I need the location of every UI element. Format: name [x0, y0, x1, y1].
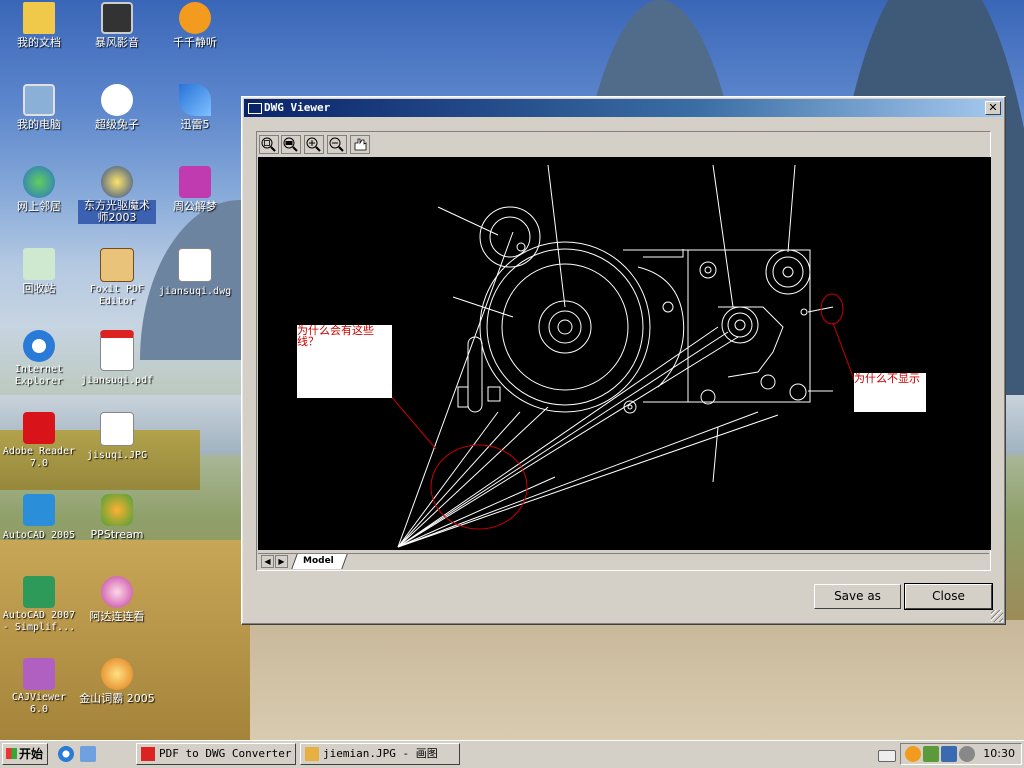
window-titlebar[interactable]: DWG Viewer ✕ — [244, 99, 1003, 117]
system-tray: 10:30 — [900, 743, 1022, 765]
desktop-icon-my-documents[interactable]: 我的文档 — [0, 2, 78, 49]
zoom-window-button[interactable] — [259, 135, 279, 154]
window-close-button[interactable]: ✕ — [985, 101, 1001, 115]
tray-player-icon[interactable] — [905, 746, 921, 762]
start-button[interactable]: 开始 — [2, 743, 48, 765]
task-paint[interactable]: jiemian.JPG - 画图 — [300, 743, 460, 765]
desktop-icon-virtual-drive[interactable]: 东方光驱魔术师2003 — [78, 166, 156, 224]
caj-viewer-icon — [23, 658, 55, 690]
desktop-icon-foxit[interactable]: Foxit PDF Editor — [78, 248, 156, 308]
resize-grip[interactable] — [991, 610, 1003, 622]
desktop-icon-ie[interactable]: Internet Explorer — [0, 330, 78, 388]
media-player-icon — [101, 2, 133, 34]
image-file-icon — [100, 412, 134, 446]
clown-game-icon — [101, 576, 133, 608]
rabbit-icon — [101, 84, 133, 116]
annotation-right: 为什么不显示 — [854, 373, 926, 412]
internet-explorer-icon — [23, 330, 55, 362]
clock: 10:30 — [983, 747, 1015, 760]
zoom-window-icon — [261, 137, 276, 152]
windows-flag-icon — [6, 748, 17, 759]
quicklaunch-ie-icon[interactable] — [58, 746, 74, 762]
window-app-icon — [248, 103, 262, 114]
task-paint-label: jiemian.JPG - 画图 — [323, 747, 438, 760]
layout-tab-strip: ◀ ▶ Model — [258, 553, 989, 570]
zoom-extents-button[interactable] — [281, 135, 301, 154]
drawing-canvas[interactable]: 为什么会有这些线？ 为什么不显示 — [258, 157, 991, 550]
tab-next-button[interactable]: ▶ — [275, 555, 288, 568]
save-as-button[interactable]: Save as — [814, 584, 901, 609]
cd-drive-icon — [101, 166, 133, 198]
tab-model-label: Model — [303, 556, 334, 566]
annotation-right-text: 为什么不显示 — [854, 372, 920, 385]
desktop-icon-ppstream[interactable]: PPStream — [78, 494, 156, 541]
zoom-in-icon — [306, 137, 321, 152]
tab-model[interactable]: Model — [291, 554, 348, 569]
pan-icon — [354, 138, 367, 151]
zoom-out-button[interactable] — [327, 135, 347, 154]
autocad-icon — [23, 576, 55, 608]
adobe-reader-icon — [23, 412, 55, 444]
tray-network-icon[interactable] — [941, 746, 957, 762]
start-label: 开始 — [19, 747, 44, 761]
desktop-icon-pdf-file[interactable]: jiansuqi.pdf — [78, 330, 156, 387]
viewer-toolbar — [258, 133, 989, 155]
tray-app-icon[interactable] — [923, 746, 939, 762]
desktop-icon-recycle-bin[interactable]: 回收站 — [0, 248, 78, 295]
recycle-bin-icon — [23, 248, 55, 280]
magnifier-dictionary-icon — [101, 658, 133, 690]
desktop-icon-ttplayer[interactable]: 千千静听 — [156, 2, 234, 49]
desktop-icon-jpg-file[interactable]: jisuqi.JPG — [78, 412, 156, 462]
computer-icon — [23, 84, 55, 116]
keyboard-icon[interactable] — [878, 750, 896, 762]
desktop-icon-network[interactable]: 网上邻居 — [0, 166, 78, 213]
network-globe-icon — [23, 166, 55, 198]
dwg-viewer-window: DWG Viewer ✕ 为什么会有这些线？ 为什么不显示 ◀ ▶ Model … — [241, 96, 1006, 625]
desktop-icon-baofeng[interactable]: 暴风影音 — [78, 2, 156, 49]
desktop-icon-super-rabbit[interactable]: 超级兔子 — [78, 84, 156, 131]
close-button[interactable]: Close — [904, 583, 993, 610]
river — [240, 620, 1024, 740]
taskbar: 开始 PDF to DWG Converter jiemian.JPG - 画图… — [0, 740, 1024, 768]
desktop-icon-thunder[interactable]: 迅雷5 — [156, 84, 234, 131]
window-title: DWG Viewer — [264, 101, 331, 114]
task-pdf-to-dwg[interactable]: PDF to DWG Converter — [136, 743, 296, 765]
book-icon — [179, 166, 211, 198]
pdf-converter-icon — [141, 747, 155, 761]
viewer-frame: 为什么会有这些线？ 为什么不显示 ◀ ▶ Model — [256, 131, 991, 571]
headphones-icon — [179, 2, 211, 34]
desktop-icon-autocad-2005[interactable]: AutoCAD 2005 — [0, 494, 78, 542]
annotation-left-text: 为什么会有这些线？ — [297, 324, 374, 348]
dwg-file-icon — [178, 248, 212, 282]
desktop-icon-ada-game[interactable]: 阿达连连看 — [78, 576, 156, 623]
ppstream-icon — [101, 494, 133, 526]
desktop-icon-dwg-file[interactable]: jiansuqi.dwg — [156, 248, 234, 298]
desktop-icon-my-computer[interactable]: 我的电脑 — [0, 84, 78, 131]
autocad-icon — [23, 494, 55, 526]
folder-icon — [23, 2, 55, 34]
desktop-icon-dream[interactable]: 周公解梦 — [156, 166, 234, 213]
paint-icon — [305, 747, 319, 761]
desktop-icon-adobe-reader[interactable]: Adobe Reader 7.0 — [0, 412, 78, 470]
desktop-icon-autocad-2007[interactable]: AutoCAD 2007 - Simplif... — [0, 576, 78, 634]
zoom-out-icon — [329, 137, 344, 152]
pdf-file-icon — [100, 330, 134, 371]
task-pdf-to-dwg-label: PDF to DWG Converter — [159, 747, 292, 760]
annotation-left: 为什么会有这些线？ — [297, 325, 392, 398]
tray-security-icon[interactable] — [959, 746, 975, 762]
tab-prev-button[interactable]: ◀ — [261, 555, 274, 568]
zoom-extents-icon — [283, 137, 298, 152]
quicklaunch-desktop-icon[interactable] — [80, 746, 96, 762]
thunder-bird-icon — [179, 84, 211, 116]
desktop-icon-cajviewer[interactable]: CAJViewer 6.0 — [0, 658, 78, 716]
desktop-icon-kingsoft-dict[interactable]: 金山词霸 2005 — [78, 658, 156, 705]
zoom-in-button[interactable] — [304, 135, 324, 154]
pdf-editor-icon — [100, 248, 134, 282]
pan-button[interactable] — [350, 135, 370, 154]
